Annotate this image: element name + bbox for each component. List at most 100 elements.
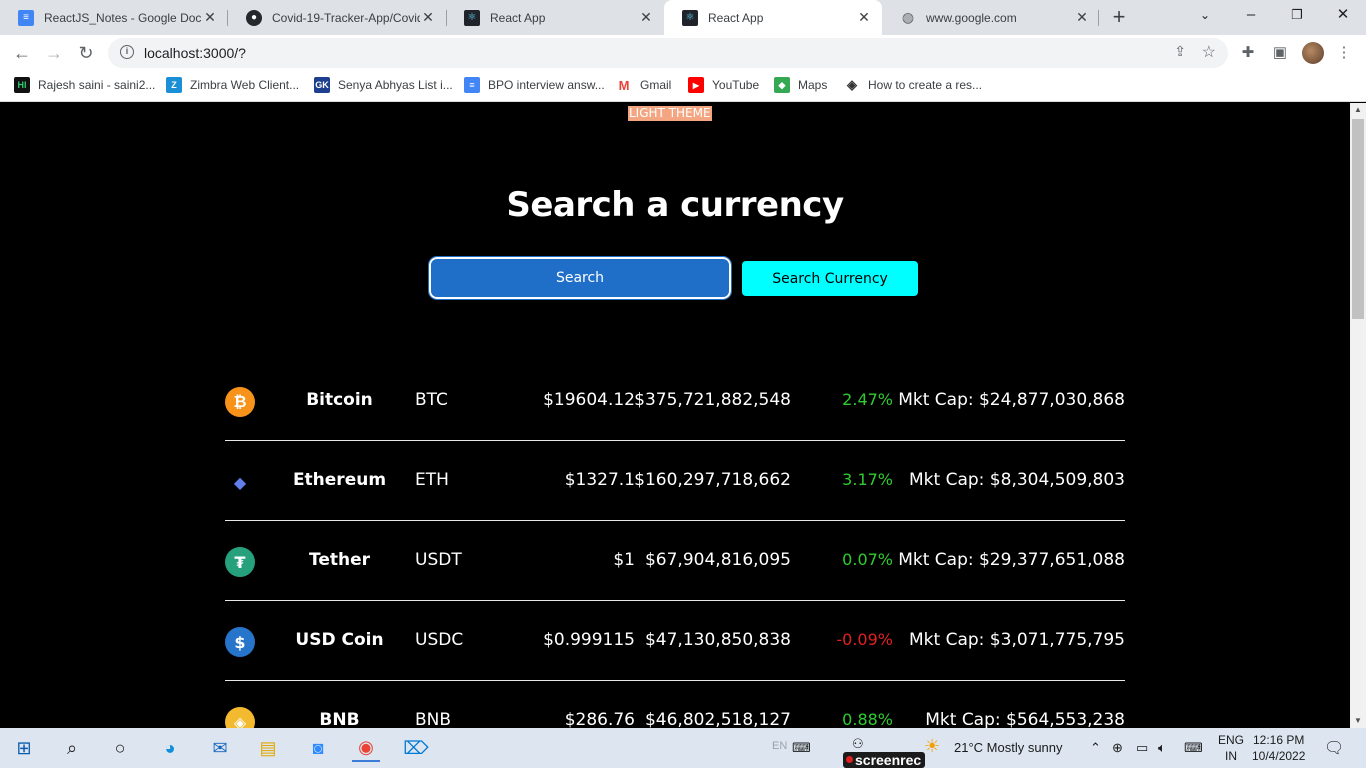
new-tab-button[interactable]: + (1108, 6, 1130, 28)
url-text[interactable]: localhost:3000/? (144, 45, 246, 61)
close-tab-icon[interactable]: ✕ (1074, 9, 1090, 26)
side-panel-icon[interactable]: ▣ (1270, 43, 1290, 61)
hi-icon: HI (14, 77, 30, 93)
windows-taskbar: ⊞ ⌕ ○ ◕ ✉ ▤ ◙ ◉ ⌦ EN ⌨ ⚇ ☀ 21°C Mostly s… (0, 728, 1366, 768)
bookmark-youtube[interactable]: ▶ YouTube (688, 77, 759, 93)
site-info-icon[interactable]: i (120, 45, 134, 59)
volume-icon[interactable]: 🔈︎ (1158, 740, 1166, 756)
coin-market-cap: Mkt Cap: $3,071,775,795 (909, 630, 1125, 650)
coin-symbol: USDT (415, 550, 462, 570)
weather-sun-icon: ☀ (924, 736, 941, 756)
globe-icon: ◍ (901, 9, 915, 25)
minimize-button[interactable]: – (1228, 0, 1274, 32)
coin-row[interactable]: ₮ Tether USDT $1 $67,904,816,095 0.07% Mkt Cap… (225, 521, 1125, 601)
coin-price: $1 (613, 550, 635, 570)
bookmark-star-icon[interactable]: ☆ (1202, 42, 1216, 62)
system-clock[interactable]: 12:16 PM 10/4/2022 (1252, 732, 1305, 764)
profile-avatar[interactable] (1302, 42, 1324, 64)
tab-separator (1098, 10, 1099, 26)
menu-kebab-icon[interactable]: ⋮ (1334, 43, 1354, 61)
touch-keyboard-icon[interactable]: ⌨ (1184, 740, 1203, 756)
restore-button[interactable]: ❐ (1274, 0, 1320, 32)
coin-price-change: 2.47% (842, 390, 893, 409)
share-icon[interactable]: ⇪ (1174, 43, 1186, 60)
coin-price: $19604.12 (543, 390, 635, 410)
search-icon[interactable]: ⌕ (58, 734, 86, 762)
close-tab-icon[interactable]: ✕ (638, 9, 654, 26)
battery-icon[interactable]: ▭ (1136, 740, 1148, 756)
close-tab-icon[interactable]: ✕ (420, 9, 436, 26)
notification-icon[interactable]: 🗨︎ (1324, 738, 1344, 758)
coin-symbol: ETH (415, 470, 449, 490)
tab-react-app-1[interactable]: ⚛ React App ✕ (446, 0, 664, 35)
address-bar[interactable]: i localhost:3000/? ⇪ ☆ (108, 38, 1228, 68)
cortana-icon[interactable]: ○ (106, 734, 134, 762)
coin-price-change: 0.88% (842, 710, 893, 728)
theme-toggle-button[interactable]: LIGHT THEME (628, 106, 712, 121)
coin-symbol: USDC (415, 630, 464, 650)
maps-icon: ◆ (774, 77, 790, 93)
scroll-up-icon[interactable]: ▲ (1350, 103, 1366, 117)
tray-chevron-icon[interactable]: ⌃ (1090, 740, 1101, 756)
coin-row[interactable]: ◆ Ethereum ETH $1327.1 $160,297,718,662 3.17%… (225, 441, 1125, 521)
coin-name: BNB (319, 710, 360, 728)
coin-price-change: 3.17% (842, 470, 893, 489)
coin-logo-icon: ₿ (225, 387, 255, 417)
coin-symbol: BNB (415, 710, 452, 728)
coin-name: USD Coin (295, 630, 384, 650)
bookmark-bpo[interactable]: ≡ BPO interview answ... (464, 77, 605, 93)
tab-reactjs-notes[interactable]: ≡ ReactJS_Notes - Google Doc ✕ (0, 0, 228, 35)
mail-icon[interactable]: ✉ (206, 734, 234, 762)
close-tab-icon[interactable]: ✕ (202, 9, 218, 26)
coin-logo-icon: ₮ (225, 547, 255, 577)
bookmark-senya[interactable]: GK Senya Abhyas List i... (314, 77, 453, 93)
bookmark-zimbra[interactable]: Z Zimbra Web Client... (166, 77, 299, 93)
google-docs-icon: ≡ (18, 9, 34, 26)
reload-icon[interactable]: ↻ (72, 39, 100, 67)
scroll-down-icon[interactable]: ▼ (1350, 714, 1366, 728)
coin-logo-icon: $ (225, 627, 255, 657)
tab-covid-tracker[interactable]: ● Covid-19-Tracker-App/Covid ✕ (228, 0, 446, 35)
browser-toolbar: ← → ↻ i localhost:3000/? ⇪ ☆ ✚ ▣ ⋮ (0, 35, 1366, 71)
coin-price: $286.76 (564, 710, 635, 728)
zoom-icon[interactable]: ◙ (304, 734, 332, 762)
bookmark-rajesh[interactable]: HI Rajesh saini - saini2... (14, 77, 155, 93)
scrollbar-thumb[interactable] (1352, 119, 1364, 319)
coin-row[interactable]: ◈ BNB BNB $286.76 $46,802,518,127 0.88% Mkt Ca… (225, 681, 1125, 728)
back-icon[interactable]: ← (8, 39, 36, 67)
globe-tray-icon[interactable]: ⊕ (1112, 740, 1123, 756)
file-explorer-icon[interactable]: ▤ (254, 734, 282, 762)
bookmark-maps[interactable]: ◆ Maps (774, 77, 827, 93)
bookmark-gmail[interactable]: M Gmail (616, 77, 671, 93)
coin-market-cap: Mkt Cap: $29,377,651,088 (898, 550, 1125, 570)
tab-react-app-active[interactable]: ⚛ React App ✕ (664, 0, 882, 35)
chrome-icon[interactable]: ◉ (352, 734, 380, 762)
coin-row[interactable]: ₿ Bitcoin BTC $19604.12 $375,721,882,548 2.47… (225, 361, 1125, 441)
bookmarks-bar: HI Rajesh saini - saini2... Z Zimbra Web… (0, 71, 1366, 102)
coin-row[interactable]: $ USD Coin USDC $0.999115 $47,130,850,838 -0.… (225, 601, 1125, 681)
network-people-icon[interactable]: ⚇ (852, 736, 864, 752)
vscode-icon[interactable]: ⌦ (402, 734, 430, 762)
page-title: Search a currency (506, 185, 844, 225)
page-scrollbar[interactable]: ▲ ▼ (1350, 103, 1366, 728)
windows-start-icon[interactable]: ⊞ (10, 734, 38, 762)
keyboard-icon[interactable]: ⌨ (792, 740, 811, 756)
search-currency-button[interactable]: Search Currency (742, 261, 918, 296)
coin-price: $0.999115 (543, 630, 635, 650)
tab-google[interactable]: ◍ www.google.com ✕ (882, 0, 1100, 35)
extensions-icon[interactable]: ✚ (1238, 43, 1258, 61)
currency-search-input[interactable] (428, 256, 732, 300)
tab-search-chevron-icon[interactable]: ⌄ (1182, 0, 1228, 32)
coin-symbol: BTC (415, 390, 448, 410)
edge-icon[interactable]: ◕ (156, 734, 184, 762)
language-indicator[interactable]: ENG IN (1218, 732, 1244, 764)
close-tab-icon[interactable]: ✕ (856, 9, 872, 26)
coin-name: Ethereum (292, 470, 387, 490)
react-icon: ⚛ (682, 9, 698, 26)
coin-market-cap: Mkt Cap: $8,304,509,803 (909, 470, 1125, 490)
coin-name: Tether (308, 550, 370, 570)
bookmark-how-to[interactable]: ◈ How to create a res... (844, 77, 982, 93)
weather-text[interactable]: 21°C Mostly sunny (954, 740, 1063, 755)
close-window-button[interactable]: ✕ (1320, 0, 1366, 32)
forward-icon[interactable]: → (40, 39, 68, 67)
